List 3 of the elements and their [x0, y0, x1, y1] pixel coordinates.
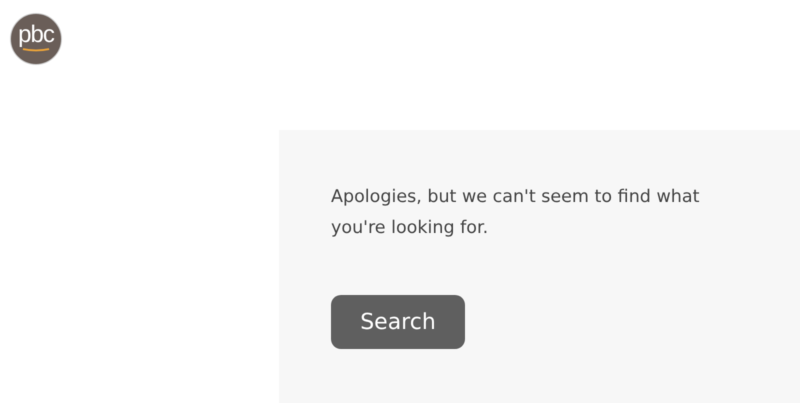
- search-button[interactable]: Search: [331, 295, 465, 349]
- logo[interactable]: pbc: [10, 13, 62, 65]
- error-message: Apologies, but we can't seem to find what you're looking for.: [331, 186, 700, 240]
